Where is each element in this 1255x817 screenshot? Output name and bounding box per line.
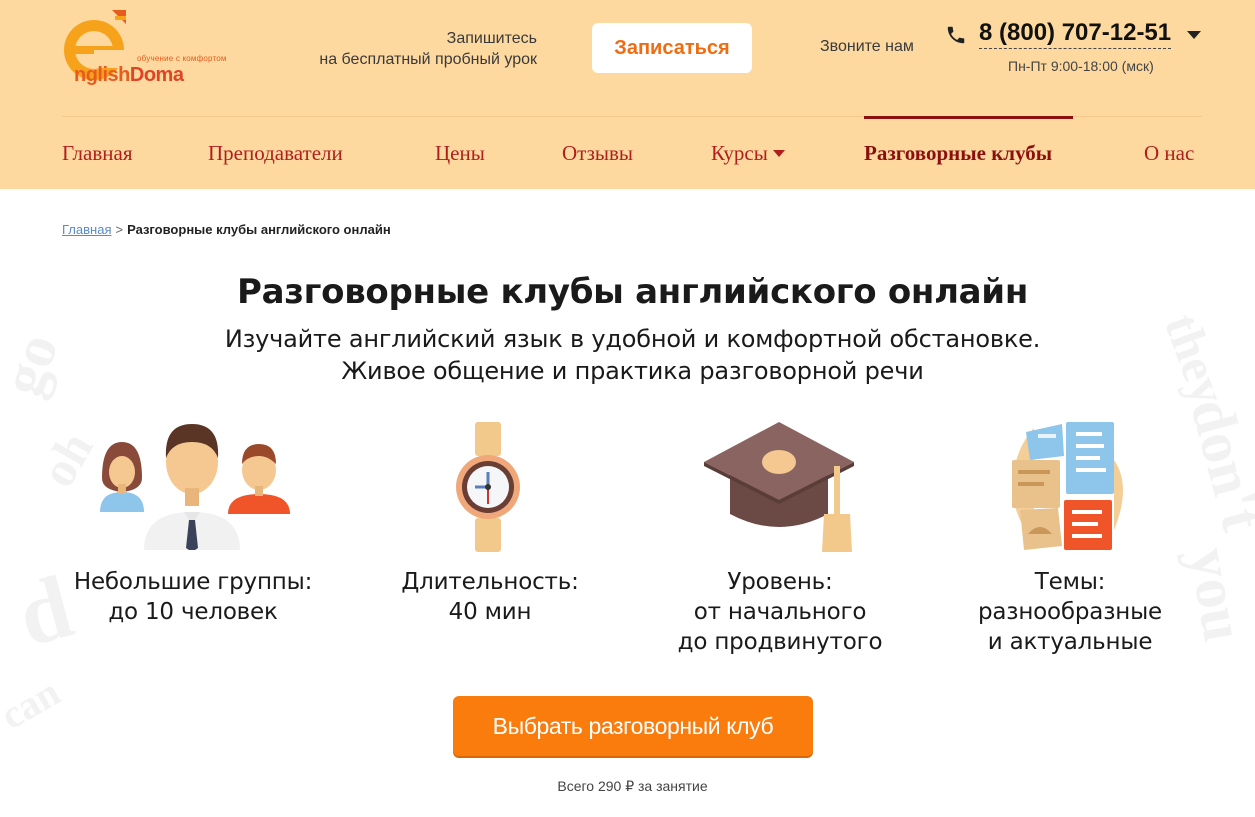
feature-groups-line2: до 10 человек bbox=[108, 599, 278, 625]
feature-duration-text: Длительность: 40 мин bbox=[370, 567, 610, 627]
subtitle-line2: Живое общение и практика разговорной реч… bbox=[341, 357, 924, 385]
page-title: Разговорные клубы английского онлайн bbox=[236, 272, 1029, 312]
phone-icon bbox=[947, 26, 965, 44]
logo-name-part1: nglish bbox=[74, 64, 130, 86]
nav-item-prices[interactable]: Цены bbox=[435, 141, 485, 166]
trial-lesson-line1: Запишитесь bbox=[446, 30, 537, 47]
nav-item-speaking-clubs[interactable]: Разговорные клубы bbox=[864, 141, 1052, 166]
site-header: обучение с комфортом nglishDoma Запишите… bbox=[0, 0, 1255, 189]
trial-lesson-line2: на бесплатный пробный урок bbox=[319, 51, 537, 68]
background-decor-word: oh bbox=[28, 422, 104, 496]
breadcrumb-current: Разговорные клубы английского онлайн bbox=[127, 222, 391, 237]
feature-duration-line1: Длительность: bbox=[401, 569, 579, 595]
subtitle-line1: Изучайте английский язык в удобной и ком… bbox=[224, 325, 1041, 353]
englishdoma-logo[interactable]: обучение с комфортом nglishDoma bbox=[60, 8, 240, 90]
breadcrumb-separator: > bbox=[115, 222, 124, 237]
feature-level-line2: от начального bbox=[693, 599, 867, 625]
wristwatch-icon bbox=[456, 422, 520, 552]
choose-speaking-club-button[interactable]: Выбрать разговорный клуб bbox=[453, 696, 813, 756]
nav-item-about[interactable]: О нас bbox=[1144, 141, 1194, 166]
nav-item-home[interactable]: Главная bbox=[62, 141, 133, 166]
feature-level-line3: до продвинутого bbox=[677, 629, 883, 655]
signup-button[interactable]: Записаться bbox=[592, 23, 752, 73]
feature-topics-line3: и актуальные bbox=[987, 629, 1153, 655]
feature-topics-text: Темы: разнообразные и актуальные bbox=[945, 567, 1195, 657]
price-note: Всего 290 ₽ за занятие bbox=[557, 778, 708, 794]
phone-number-link[interactable]: 8 (800) 707-12-51 bbox=[979, 19, 1172, 49]
breadcrumb: Главная > Разговорные клубы английского он… bbox=[62, 222, 391, 237]
graduation-cap-icon bbox=[704, 422, 854, 552]
logo-name: nglishDoma bbox=[74, 64, 184, 87]
working-hours: Пн-Пт 9:00-18:00 (мск) bbox=[1008, 58, 1154, 74]
phone-dropdown-caret-icon[interactable] bbox=[1187, 31, 1201, 39]
nav-item-courses-label: Курсы bbox=[711, 141, 768, 165]
topics-papers-icon bbox=[1012, 422, 1123, 550]
feature-topics-line1: Темы: bbox=[1034, 569, 1106, 595]
nav-item-reviews[interactable]: Отзывы bbox=[562, 141, 633, 166]
logo-name-part2: Doma bbox=[129, 64, 184, 86]
feature-duration-line2: 40 мин bbox=[448, 599, 532, 625]
logo-tagline: обучение с комфортом bbox=[137, 54, 227, 63]
feature-topics-line2: разнообразные bbox=[978, 599, 1162, 625]
call-us-label: Звоните нам bbox=[820, 38, 914, 55]
chevron-down-icon bbox=[772, 149, 785, 157]
nav-item-teachers[interactable]: Преподаватели bbox=[208, 141, 343, 166]
trial-lesson-text: Запишитесь на бесплатный пробный урок bbox=[285, 28, 537, 70]
feature-level-line1: Уровень: bbox=[727, 569, 833, 595]
group-people-icon bbox=[100, 424, 290, 550]
page-subtitle: Изучайте английский язык в удобной и ком… bbox=[0, 323, 1255, 387]
feature-level-text: Уровень: от начального до продвинутого bbox=[650, 567, 910, 657]
breadcrumb-home-link[interactable]: Главная bbox=[62, 222, 111, 237]
nav-item-courses[interactable]: Курсы bbox=[711, 141, 785, 166]
background-decor-word: can bbox=[0, 669, 68, 738]
nav-active-indicator bbox=[864, 116, 1073, 119]
background-decor-word: don't bbox=[1178, 391, 1255, 538]
feature-groups-line1: Небольшие группы: bbox=[73, 569, 313, 595]
feature-groups-text: Небольшие группы: до 10 человек bbox=[58, 567, 328, 627]
